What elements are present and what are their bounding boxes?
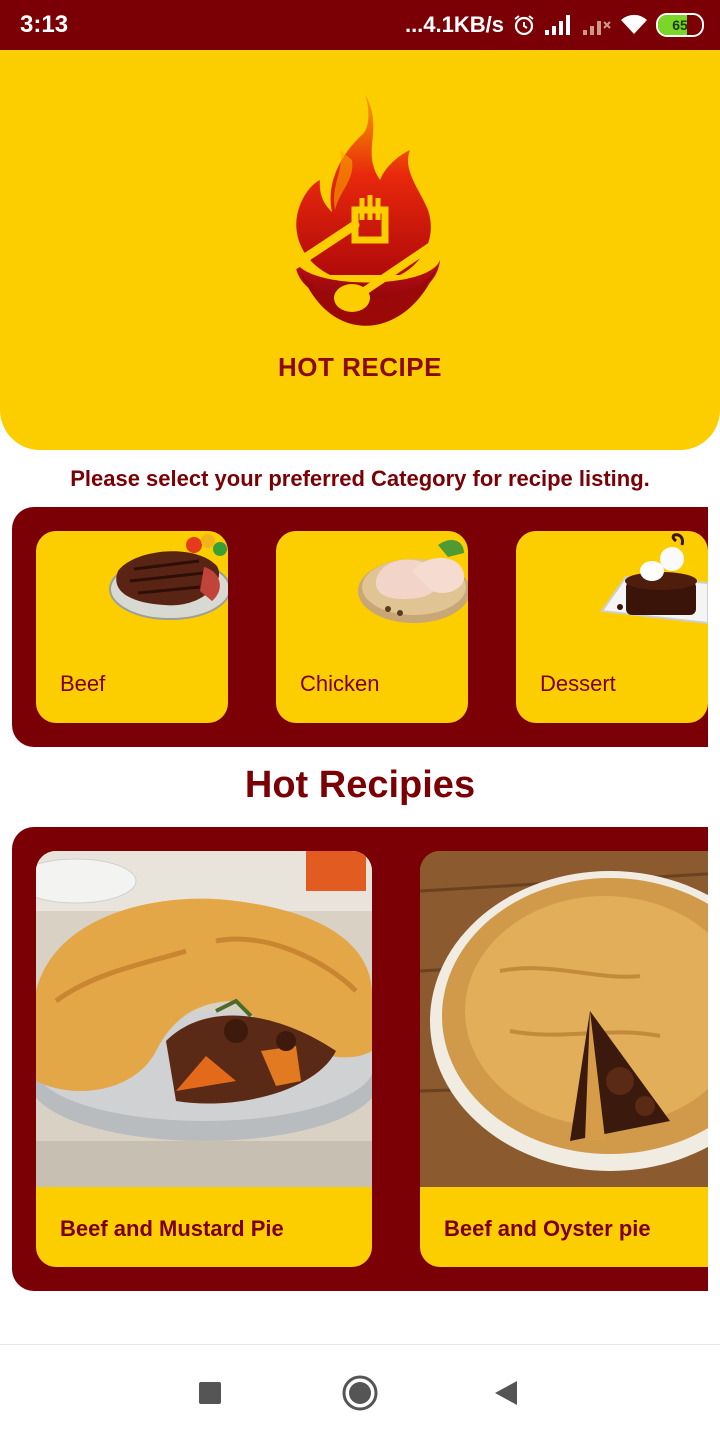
category-label: Chicken — [300, 671, 380, 696]
status-icons: ...4.1KB/s 65 — [405, 10, 704, 40]
beef-pie-image — [36, 851, 372, 1187]
net-speed: ...4.1KB/s — [404, 12, 504, 37]
recipe-carousel[interactable]: Beef and Mustard Pie Beef and Oyster pie — [12, 827, 708, 1291]
category-card-dessert[interactable]: Dessert — [516, 531, 708, 723]
recipe-label: Beef and Oyster pie — [444, 1216, 651, 1241]
flame-fork-spoon-logo — [285, 94, 444, 326]
recipe-card-beef-oyster-pie[interactable]: Beef and Oyster pie — [420, 851, 708, 1267]
signal-icon — [544, 14, 574, 36]
battery-level: 65 — [672, 17, 688, 33]
logo-text: HOT RECIPE — [278, 352, 442, 382]
steak-image — [109, 534, 228, 620]
category-label: Beef — [60, 671, 106, 696]
system-nav-bar — [0, 1344, 720, 1441]
chocolate-cake-image — [600, 533, 708, 625]
category-card-chicken[interactable]: Chicken — [276, 531, 468, 723]
back-triangle-icon[interactable] — [486, 1373, 526, 1413]
chicken-legs-image — [358, 539, 468, 623]
header-banner: HOT RECIPE — [0, 50, 720, 450]
category-carousel[interactable]: Beef Chicken Dessert — [12, 507, 708, 747]
wifi-icon — [620, 14, 648, 36]
oyster-pie-image — [420, 851, 708, 1187]
category-prompt: Please select your preferred Category fo… — [70, 466, 650, 491]
section-title: Hot Recipies — [244, 764, 476, 806]
battery-icon: 65 — [656, 13, 704, 37]
status-time: 3:13 — [20, 11, 69, 38]
category-card-beef[interactable]: Beef — [36, 531, 228, 723]
status-bar: 3:13 ...4.1KB/s 65 — [0, 0, 720, 50]
signal-no-service-icon — [582, 14, 612, 36]
home-circle-icon[interactable] — [340, 1373, 380, 1413]
recents-square-icon[interactable] — [190, 1373, 230, 1413]
recipe-card-beef-mustard-pie[interactable]: Beef and Mustard Pie — [36, 851, 372, 1267]
category-label: Dessert — [540, 671, 616, 696]
alarm-icon — [512, 13, 536, 37]
recipe-label: Beef and Mustard Pie — [60, 1216, 284, 1241]
